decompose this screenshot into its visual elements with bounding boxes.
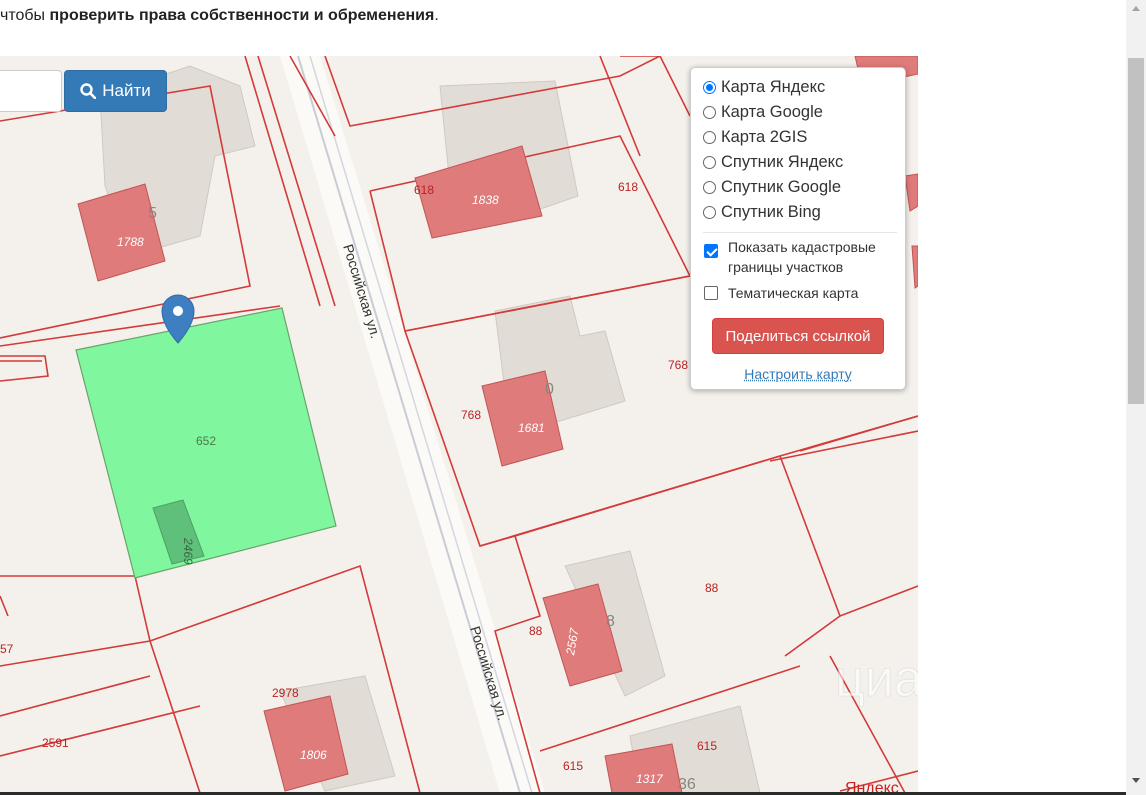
thematic-map-label[interactable]: Тематическая карта (728, 283, 858, 303)
building-red (414, 145, 543, 239)
intro-suffix: . (434, 7, 439, 24)
layer-option-2gis-map[interactable]: Карта 2GIS (703, 128, 807, 147)
scrollbar-thumb[interactable] (1128, 58, 1144, 404)
cadastral-borders-checkbox[interactable] (704, 244, 718, 258)
search-input[interactable] (0, 70, 62, 112)
radio-icon[interactable] (703, 206, 716, 219)
parcel-label: 615 (697, 739, 717, 753)
search-button-label: Найти (102, 81, 151, 100)
layer-option-label: Спутник Яндекс (721, 153, 844, 171)
parcel-label: 2978 (272, 686, 299, 700)
intro-text: чтобы проверить права собственности и об… (0, 7, 439, 25)
parcel-label: 2591 (42, 736, 69, 750)
layer-option-label: Карта 2GIS (721, 128, 808, 146)
house-number: 36 (678, 776, 696, 793)
layer-option-label: Карта Яндекс (721, 78, 826, 96)
scroll-up-icon[interactable] (1132, 6, 1140, 11)
building-label: 1681 (518, 421, 545, 435)
house-number: 8 (606, 613, 615, 630)
radio-icon[interactable] (703, 156, 716, 169)
watermark: циан (835, 650, 918, 708)
layer-option-yandex-map[interactable]: Карта Яндекс (703, 78, 825, 97)
house-number: 5 (148, 205, 157, 222)
parcel-label: 57 (0, 642, 14, 656)
layer-option-google-satellite[interactable]: Спутник Google (703, 178, 841, 197)
layer-option-bing-satellite[interactable]: Спутник Bing (703, 203, 821, 222)
building-label: 2469 (181, 537, 195, 565)
building-label: 1317 (636, 772, 664, 786)
radio-icon[interactable] (703, 131, 716, 144)
configure-map-link[interactable]: Настроить карту (691, 366, 905, 382)
search-button[interactable]: Найти (64, 70, 167, 112)
cadastral-borders-label[interactable]: Показать кадастровые границы участков (728, 237, 898, 277)
radio-icon[interactable] (703, 106, 716, 119)
radio-icon[interactable] (703, 81, 716, 94)
page-scrollbar[interactable] (1126, 0, 1146, 795)
layers-panel: Карта Яндекс Карта Google Карта 2GIS Спу… (690, 67, 906, 390)
house-number: 0 (545, 381, 554, 398)
building-label: 1806 (300, 748, 327, 762)
building-label: 1788 (117, 235, 144, 249)
layer-option-label: Карта Google (721, 103, 823, 121)
layer-option-label: Спутник Google (721, 178, 841, 196)
parcel-label: 88 (705, 581, 719, 595)
layer-option-yandex-satellite[interactable]: Спутник Яндекс (703, 153, 843, 172)
radio-icon[interactable] (703, 181, 716, 194)
parcel-label: 768 (461, 408, 481, 422)
intro-bold: проверить права собственности и обремене… (49, 7, 435, 24)
parcel-label: 768 (668, 358, 688, 372)
intro-prefix: чтобы (0, 7, 50, 24)
parcel-label: 618 (618, 180, 638, 194)
building-label: 1838 (472, 193, 499, 207)
parcel-label: 652 (196, 434, 216, 448)
layer-option-google-map[interactable]: Карта Google (703, 103, 823, 122)
building-red (904, 173, 918, 212)
search-icon (80, 83, 97, 99)
scroll-down-icon[interactable] (1132, 778, 1140, 783)
layer-option-label: Спутник Bing (721, 203, 821, 221)
parcel-label: 615 (563, 759, 583, 773)
thematic-map-checkbox[interactable] (704, 286, 718, 300)
parcel-label: 618 (414, 183, 434, 197)
building-red (911, 245, 918, 289)
divider (703, 232, 897, 233)
parcel-label: 88 (529, 624, 543, 638)
share-link-button[interactable]: Поделиться ссылкой (712, 318, 884, 354)
